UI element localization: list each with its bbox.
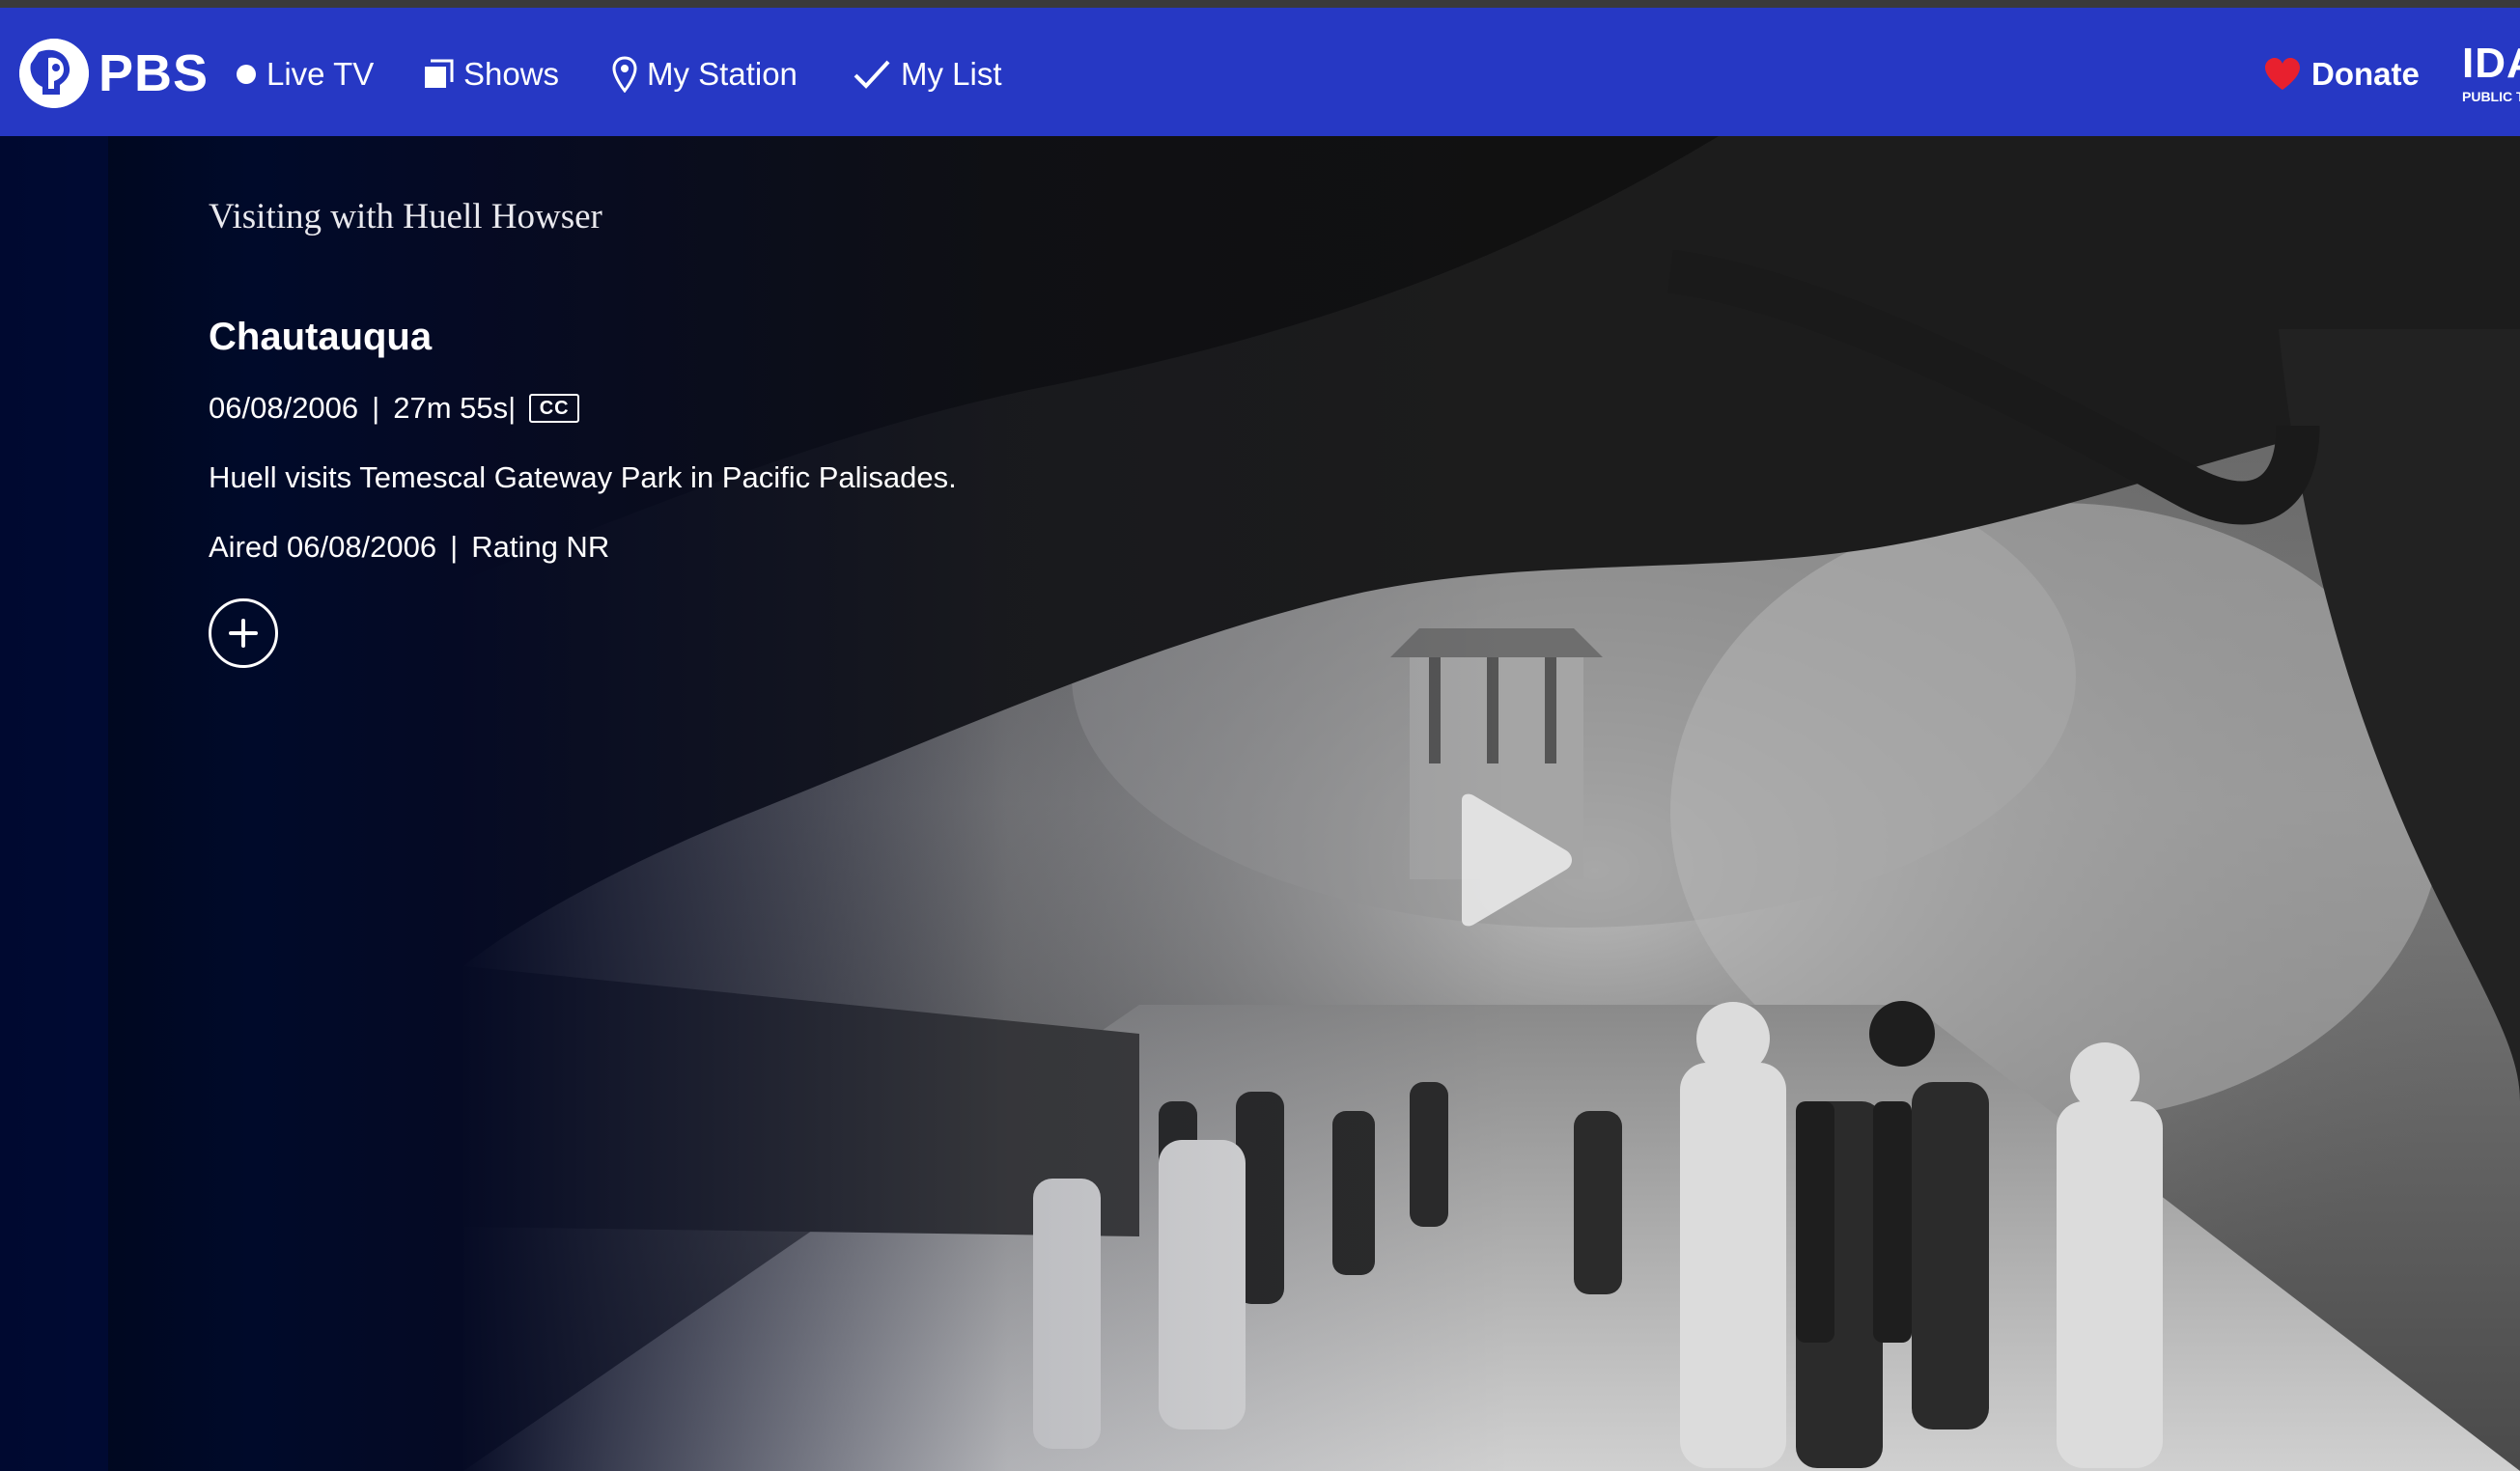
location-pin-icon (612, 56, 637, 93)
nav-shows[interactable]: Shows (423, 50, 559, 98)
closed-caption-badge: CC (529, 394, 580, 423)
play-icon[interactable] (1448, 792, 1574, 928)
station-tagline: PUBLIC T (2462, 89, 2520, 104)
station-logo[interactable]: IDA PUBLIC T (2462, 40, 2520, 105)
meta-separator: | (508, 391, 517, 425)
episode-duration: 27m 55s (393, 391, 509, 425)
nav-live-tv[interactable]: Live TV (236, 50, 374, 98)
rating: Rating NR (471, 530, 610, 564)
nav-my-station[interactable]: My Station (612, 50, 798, 98)
donate-button[interactable]: Donate (2263, 50, 2420, 98)
nav-live-tv-label: Live TV (266, 56, 375, 92)
series-title[interactable]: Visiting with Huell Howser (209, 196, 602, 237)
meta-separator: | (450, 530, 459, 564)
pbs-logo[interactable]: PBS (19, 39, 209, 108)
left-edge-band (0, 136, 108, 1471)
shows-icon (423, 59, 454, 90)
episode-title: Chautauqua (209, 316, 433, 358)
episode-hero: Visiting with Huell Howser Chautauqua 06… (0, 136, 2520, 1471)
pbs-head-logo-icon (19, 39, 89, 108)
nav-shows-label: Shows (463, 56, 560, 92)
check-icon (853, 58, 891, 91)
meta-separator: | (372, 391, 380, 425)
brand-name: PBS (98, 44, 210, 102)
top-navigation: PBS Live TV Shows My Station My List Don… (0, 8, 2520, 136)
add-to-my-list-button[interactable] (209, 598, 278, 668)
episode-description: Huell visits Temescal Gateway Park in Pa… (209, 460, 957, 494)
episode-date: 06/08/2006 (209, 391, 359, 425)
dot-icon (236, 64, 257, 85)
episode-airing-info: Aired 06/08/2006 | Rating NR (209, 530, 609, 565)
donate-label: Donate (2311, 56, 2420, 92)
heart-icon (2263, 57, 2302, 92)
station-name: IDA (2462, 40, 2520, 87)
episode-meta: 06/08/2006 | 27m 55s | CC (209, 391, 580, 426)
browser-top-strip (0, 0, 2520, 8)
plus-icon (229, 619, 258, 648)
nav-my-list-label: My List (901, 56, 1002, 92)
nav-my-list[interactable]: My List (853, 50, 1002, 98)
aired-date: Aired 06/08/2006 (209, 530, 437, 564)
nav-my-station-label: My Station (647, 56, 798, 92)
